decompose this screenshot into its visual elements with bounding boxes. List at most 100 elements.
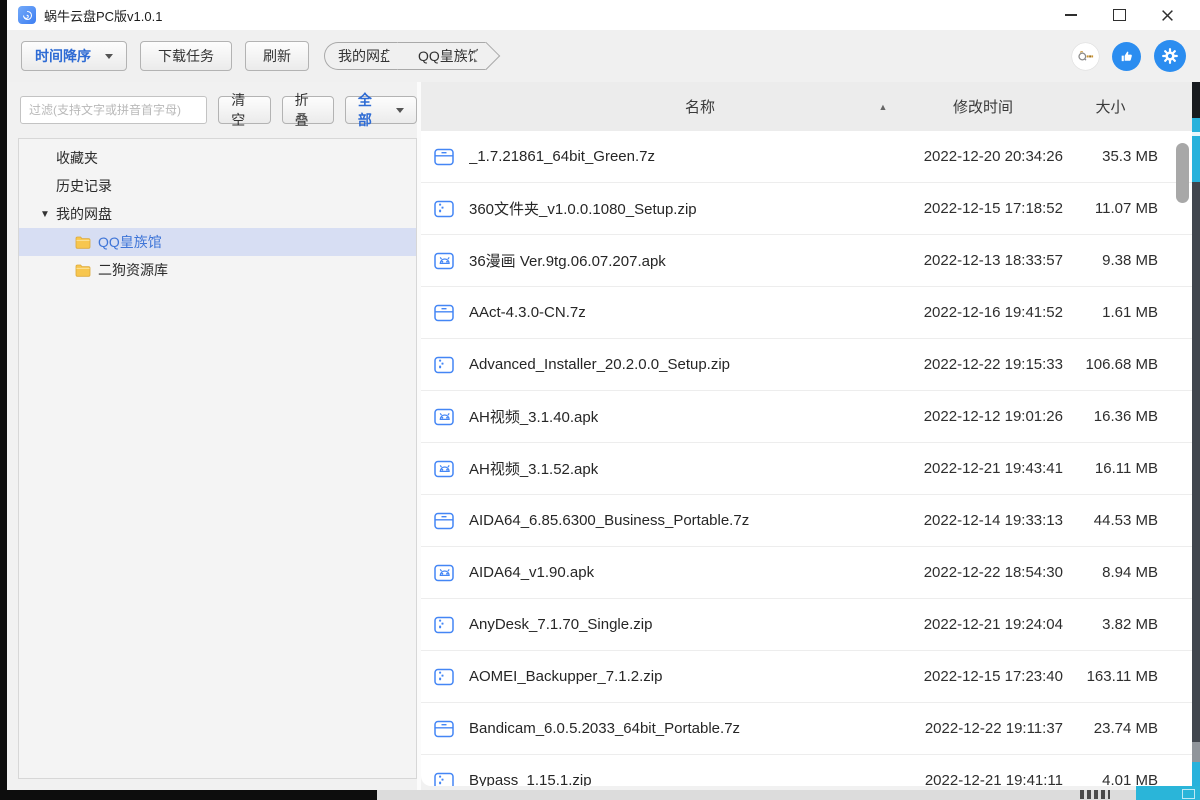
tree-item[interactable]: 收藏夹	[19, 144, 416, 172]
clear-filter-button[interactable]: 清空	[218, 96, 270, 124]
column-header-name[interactable]: 名称	[421, 96, 863, 117]
file-modified-time: 2022-12-16 19:41:52	[903, 304, 1063, 321]
file-modified-time: 2022-12-15 17:23:40	[903, 668, 1063, 685]
file-row[interactable]: AIDA64_v1.90.apk2022-12-22 18:54:308.94 …	[421, 547, 1200, 599]
7z-file-icon	[433, 510, 455, 532]
column-header-modified[interactable]: 修改时间	[903, 96, 1063, 117]
file-modified-time: 2022-12-21 19:43:41	[903, 460, 1063, 477]
apk-file-icon	[433, 458, 455, 480]
file-name: Bandicam_6.0.5.2033_64bit_Portable.7z	[469, 720, 740, 737]
collapse-button[interactable]: 折叠	[282, 96, 334, 124]
file-name: _1.7.21861_64bit_Green.7z	[469, 148, 655, 165]
file-modified-time: 2022-12-13 18:33:57	[903, 252, 1063, 269]
background-window-bottom[interactable]	[377, 790, 1200, 800]
file-modified-time: 2022-12-22 18:54:30	[903, 564, 1063, 581]
minimize-button[interactable]	[1060, 5, 1082, 25]
zip-file-icon	[433, 614, 455, 636]
folder-icon	[75, 236, 91, 249]
file-row[interactable]: Advanced_Installer_20.2.0.0_Setup.zip 202…	[421, 339, 1200, 391]
file-modified-time: 2022-12-22 19:11:37	[903, 720, 1063, 737]
tree-item-label: 二狗资源库	[98, 260, 168, 280]
zip-file-icon	[433, 198, 455, 220]
file-size: 1.61 MB	[1063, 304, 1158, 321]
type-filter-label: 全部	[358, 90, 383, 130]
sort-order-dropdown[interactable]: 时间降序	[21, 41, 127, 71]
file-row[interactable]: Bypass_1.15.1.zip2022-12-21 19:41:114.01…	[421, 755, 1200, 786]
tree-item[interactable]: 二狗资源库	[19, 256, 416, 284]
tree-item[interactable]: QQ皇族馆	[19, 228, 416, 256]
zip-file-icon	[433, 354, 455, 376]
file-name: 36漫画 Ver.9tg.06.07.207.apk	[469, 250, 666, 271]
tree-item[interactable]: ▼ 我的网盘	[19, 200, 416, 228]
folder-icon	[75, 264, 91, 277]
toolbar: 时间降序 下载任务 刷新 我的网盘QQ皇族馆	[7, 30, 1200, 82]
background-window-fragment	[1080, 790, 1110, 799]
gear-icon	[1160, 46, 1180, 66]
site-logo-badge[interactable]	[1072, 43, 1099, 70]
file-row[interactable]: AH视频_3.1.40.apk2022-12-12 19:01:2616.36 …	[421, 391, 1200, 443]
type-filter-dropdown[interactable]: 全部	[345, 96, 417, 124]
file-row[interactable]: AOMEI_Backupper_7.1.2.zip 2022-12-15 17:2…	[421, 651, 1200, 703]
file-size: 16.36 MB	[1063, 408, 1158, 425]
breadcrumb-item-1[interactable]: QQ皇族馆	[398, 42, 486, 70]
file-size: 4.01 MB	[1063, 772, 1158, 786]
file-name: AnyDesk_7.1.70_Single.zip	[469, 616, 652, 633]
background-window-edge[interactable]	[1192, 82, 1200, 800]
app-window: 蜗牛云盘PC版v1.0.1 时间降序 下载任务 刷新 我的网盘QQ皇族馆	[7, 0, 1200, 790]
file-size: 23.74 MB	[1063, 720, 1158, 737]
file-name: AH视频_3.1.52.apk	[469, 458, 598, 479]
file-list: _1.7.21861_64bit_Green.7z 2022-12-20 20:3…	[421, 131, 1200, 786]
refresh-button[interactable]: 刷新	[245, 41, 309, 71]
file-row[interactable]: _1.7.21861_64bit_Green.7z 2022-12-20 20:3…	[421, 131, 1200, 183]
titlebar: 蜗牛云盘PC版v1.0.1	[7, 0, 1200, 30]
background-window-teal-button[interactable]	[1136, 786, 1200, 800]
file-size: 163.11 MB	[1063, 668, 1158, 685]
file-row[interactable]: AIDA64_6.85.6300_Business_Portable.7z202…	[421, 495, 1200, 547]
tree-item-label: 我的网盘	[56, 204, 112, 224]
expander-down-icon[interactable]: ▼	[40, 209, 50, 220]
download-tasks-button[interactable]: 下载任务	[140, 41, 232, 71]
apk-file-icon	[433, 250, 455, 272]
app-logo-icon	[18, 6, 36, 24]
zip-file-icon	[433, 666, 455, 688]
file-size: 8.94 MB	[1063, 564, 1158, 581]
file-row[interactable]: 36漫画 Ver.9tg.06.07.207.apk 2022-12-13 18:…	[421, 235, 1200, 287]
file-modified-time: 2022-12-12 19:01:26	[903, 408, 1063, 425]
tree-item[interactable]: 历史记录	[19, 172, 416, 200]
settings-button[interactable]	[1154, 40, 1186, 72]
table-header: 名称 ▲ 修改时间 大小	[421, 82, 1200, 131]
apk-file-icon	[433, 562, 455, 584]
sort-order-label: 时间降序	[35, 46, 91, 66]
breadcrumb-item-0[interactable]: 我的网盘	[324, 42, 398, 70]
thumbs-up-icon	[1118, 48, 1135, 65]
sort-indicator-icon[interactable]: ▲	[863, 102, 903, 112]
tree-item-label: QQ皇族馆	[98, 232, 162, 252]
7z-file-icon	[433, 146, 455, 168]
scrollbar-thumb[interactable]	[1176, 143, 1189, 203]
file-size: 44.53 MB	[1063, 512, 1158, 529]
chevron-down-icon	[396, 108, 404, 113]
close-button[interactable]	[1156, 5, 1178, 25]
column-header-size[interactable]: 大小	[1063, 96, 1158, 117]
maximize-button[interactable]	[1108, 5, 1130, 25]
file-modified-time: 2022-12-22 19:15:33	[903, 356, 1063, 373]
file-name: AIDA64_6.85.6300_Business_Portable.7z	[469, 512, 749, 529]
file-name: Advanced_Installer_20.2.0.0_Setup.zip	[469, 356, 730, 373]
like-button[interactable]	[1112, 42, 1141, 71]
file-modified-time: 2022-12-20 20:34:26	[903, 148, 1063, 165]
maximize-icon	[1113, 9, 1126, 21]
zip-file-icon	[433, 770, 455, 787]
filter-input[interactable]	[20, 96, 207, 124]
file-size: 11.07 MB	[1063, 200, 1158, 217]
file-row[interactable]: 360文件夹_v1.0.0.1080_Setup.zip2022-12-15 1…	[421, 183, 1200, 235]
folder-tree: 收藏夹历史记录 ▼ 我的网盘 QQ皇族馆二狗资源库	[18, 138, 417, 779]
file-row[interactable]: AnyDesk_7.1.70_Single.zip2022-12-21 19:2…	[421, 599, 1200, 651]
file-row[interactable]: Bandicam_6.0.5.2033_64bit_Portable.7z 202…	[421, 703, 1200, 755]
file-size: 106.68 MB	[1063, 356, 1158, 373]
background-window-mini-icon	[1182, 789, 1195, 799]
file-row[interactable]: AH视频_3.1.52.apk 2022-12-21 19:43:4116.11 …	[421, 443, 1200, 495]
file-row[interactable]: AAct-4.3.0-CN.7z2022-12-16 19:41:521.61 …	[421, 287, 1200, 339]
file-panel: 名称 ▲ 修改时间 大小 _1.7.21861_64bit_Green.7z 20…	[421, 82, 1200, 786]
file-name: AOMEI_Backupper_7.1.2.zip	[469, 668, 662, 685]
file-size: 16.11 MB	[1063, 460, 1158, 477]
